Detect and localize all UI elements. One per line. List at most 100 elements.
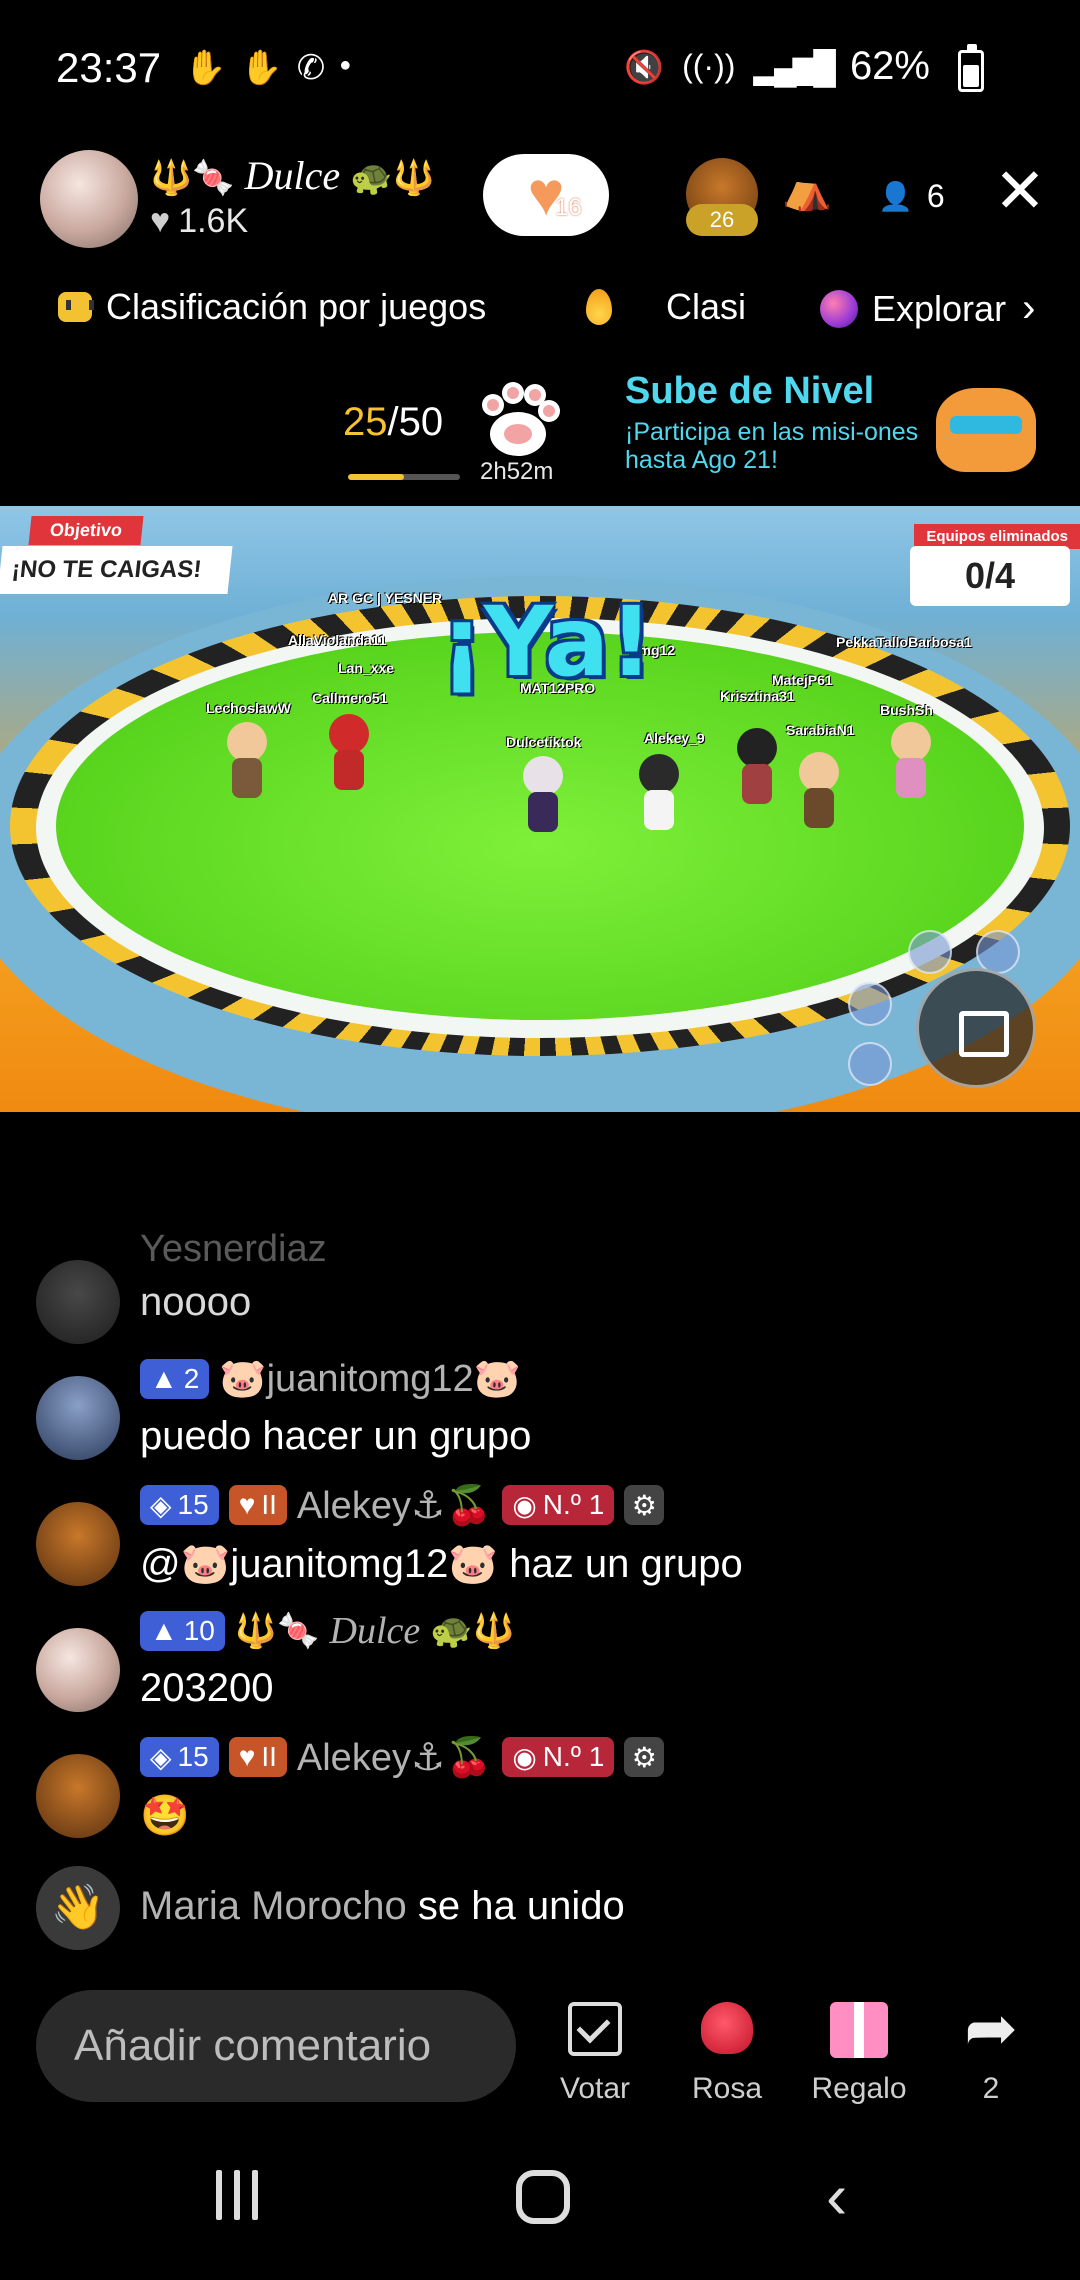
cat-mascot-icon bbox=[926, 370, 1046, 480]
share-count: 2 bbox=[982, 2072, 1000, 2105]
tab-explore[interactable]: Explorar › bbox=[820, 286, 1035, 331]
promo-subtitle: ¡Participa en las misi-ones hasta Ago 21… bbox=[625, 418, 919, 474]
chat-meta: ◈ 15 ♥ II Alekey⚓🍒 ◉ N.º 1 ⚙ bbox=[140, 1482, 665, 1528]
player-character bbox=[224, 722, 270, 802]
planet-icon bbox=[820, 289, 858, 328]
whatsapp-icon: ✆ bbox=[296, 49, 326, 87]
home-button[interactable] bbox=[516, 2170, 570, 2224]
close-button[interactable]: ✕ bbox=[990, 161, 1050, 224]
player-name: LechoslawW bbox=[206, 700, 291, 716]
control-dot[interactable] bbox=[908, 930, 952, 974]
status-time: 23:37 bbox=[56, 44, 162, 91]
mission-timer: 2h52m bbox=[480, 458, 554, 485]
tab-label: Explorar bbox=[872, 287, 1007, 329]
chat-username[interactable]: Yesnerdiaz bbox=[140, 1228, 327, 1271]
fan-badge: ♥ II bbox=[228, 1485, 287, 1525]
host-name[interactable]: 🔱🍬 Dulce 🐢🔱 bbox=[150, 152, 435, 199]
fan-club-button[interactable]: ♥ 16 bbox=[483, 154, 609, 236]
go-banner: ¡Ya! bbox=[440, 586, 654, 698]
rank-badge: ◉ N.º 1 bbox=[502, 1737, 615, 1777]
join-username[interactable]: Maria Morocho bbox=[140, 1884, 407, 1928]
medal-icon: ◉ bbox=[512, 1489, 537, 1521]
player-character bbox=[326, 714, 372, 794]
system-nav-bar: ‹ bbox=[0, 2150, 1080, 2260]
progress-bar bbox=[348, 474, 460, 480]
heart-icon: ♥ bbox=[238, 1489, 256, 1520]
top-viewer-level: 26 bbox=[686, 204, 758, 236]
dot-icon: ● bbox=[339, 54, 352, 76]
eliminated-value: 0/4 bbox=[910, 546, 1070, 606]
chat-text: noooo bbox=[140, 1280, 252, 1324]
objective-panel: Objetivo ¡NO TE CAIGAS! bbox=[0, 506, 233, 602]
person-icon: 👤 bbox=[878, 181, 913, 212]
host-likes: ♥ 1.6K bbox=[150, 202, 248, 241]
chat-text: @🐷juanitomg12🐷 haz un grupo bbox=[140, 1542, 743, 1586]
mission-progress[interactable]: 25/50 2h52m Sube de Nivel ¡Participa en … bbox=[0, 370, 1080, 500]
control-dot[interactable] bbox=[848, 1042, 892, 1086]
viewer-count[interactable]: 👤 6 bbox=[878, 178, 945, 215]
bottom-action-bar: Añadir comentario Votar Rosa Regalo ➦ 2 bbox=[0, 1984, 1080, 2114]
wifi-icon: ((·)) bbox=[682, 48, 736, 84]
player-name: Callmero51 bbox=[312, 690, 388, 706]
chat-meta: ◈ 15 ♥ II Alekey⚓🍒 ◉ N.º 1 ⚙ bbox=[140, 1734, 665, 1780]
seat-icon[interactable]: ⛺ bbox=[782, 170, 832, 210]
rose-button[interactable]: Rosa bbox=[672, 1994, 782, 2106]
tab-label: Clasificación por juegos bbox=[106, 286, 487, 327]
gift-button[interactable]: Regalo bbox=[804, 1994, 914, 2106]
chat-text: 203200 bbox=[140, 1666, 274, 1710]
player-character bbox=[734, 728, 780, 808]
live-video[interactable]: Objetivo ¡NO TE CAIGAS! Equipos eliminad… bbox=[0, 506, 1080, 1112]
heart-icon: ♥ bbox=[150, 202, 171, 240]
user-avatar[interactable] bbox=[36, 1376, 120, 1460]
tab-game-ranking[interactable]: Clasificación por juegos bbox=[58, 286, 486, 328]
player-character bbox=[636, 754, 682, 834]
chat-username[interactable]: Alekey⚓🍒 bbox=[297, 1735, 492, 1780]
vote-icon bbox=[568, 2002, 622, 2056]
tab-popular[interactable]: Clasi bbox=[586, 286, 746, 328]
chat-username[interactable]: 🐷juanitomg12🐷 bbox=[219, 1357, 521, 1401]
vote-label: Votar bbox=[559, 2072, 631, 2105]
control-dot[interactable] bbox=[848, 982, 892, 1026]
status-bar: 23:37 ✋ ✋ ✆ ● 🔇 ((·)) ▂▄▆█ 62% bbox=[0, 0, 1080, 140]
player-name: Krisztina31 bbox=[720, 688, 795, 704]
signal-icon: ▂▄▆█ bbox=[753, 48, 836, 85]
user-avatar[interactable] bbox=[36, 1260, 120, 1344]
host-avatar[interactable] bbox=[40, 150, 138, 248]
paw-icon bbox=[478, 382, 560, 458]
chat-meta: ▲ 2 🐷juanitomg12🐷 bbox=[140, 1356, 521, 1402]
vote-button[interactable]: Votar bbox=[540, 1994, 650, 2106]
player-name: AR GC | YESNER bbox=[328, 590, 443, 606]
tab-label: Clasi bbox=[666, 286, 747, 327]
share-button[interactable]: ➦ 2 bbox=[936, 1994, 1046, 2106]
triangle-icon: ▲ bbox=[150, 1615, 178, 1646]
promo-title[interactable]: Sube de Nivel bbox=[625, 370, 874, 413]
progress-total: /50 bbox=[387, 400, 444, 444]
user-avatar[interactable] bbox=[36, 1628, 120, 1712]
player-name: AllaViolanda11 bbox=[288, 632, 387, 648]
eliminated-panel: Equipos eliminados 0/4 bbox=[900, 524, 1080, 606]
chat-username[interactable]: Alekey⚓🍒 bbox=[297, 1483, 492, 1528]
fan-badge: ♥ II bbox=[228, 1737, 287, 1777]
back-button[interactable]: ‹ bbox=[826, 2164, 847, 2228]
join-text: Maria Morocho se ha unido bbox=[140, 1884, 625, 1929]
user-avatar[interactable] bbox=[36, 1502, 120, 1586]
fullscreen-icon[interactable] bbox=[916, 968, 1036, 1088]
heart-icon: ♥ bbox=[238, 1741, 256, 1772]
chevron-right-icon: › bbox=[1022, 286, 1036, 330]
comment-input[interactable]: Añadir comentario bbox=[36, 1990, 516, 2102]
chat-username[interactable]: Dulce bbox=[330, 1609, 421, 1653]
likes-count: 1.6K bbox=[178, 202, 249, 240]
host-name-text: Dulce bbox=[244, 153, 341, 198]
medal-icon: ◉ bbox=[512, 1741, 537, 1773]
level-badge: ◈ 15 bbox=[140, 1485, 219, 1525]
battery-fill bbox=[963, 64, 979, 87]
progress-current: 25 bbox=[343, 400, 388, 444]
fire-icon bbox=[586, 289, 612, 325]
player-name: Lan_xxe bbox=[338, 660, 395, 676]
level-badge: ▲ 2 bbox=[140, 1359, 210, 1399]
user-avatar[interactable] bbox=[36, 1754, 120, 1838]
battery-percent: 62% bbox=[849, 44, 930, 88]
player-name: Dulcetiktok bbox=[506, 734, 582, 750]
recent-apps-button[interactable] bbox=[216, 2170, 258, 2220]
gamepad-icon bbox=[58, 292, 94, 322]
